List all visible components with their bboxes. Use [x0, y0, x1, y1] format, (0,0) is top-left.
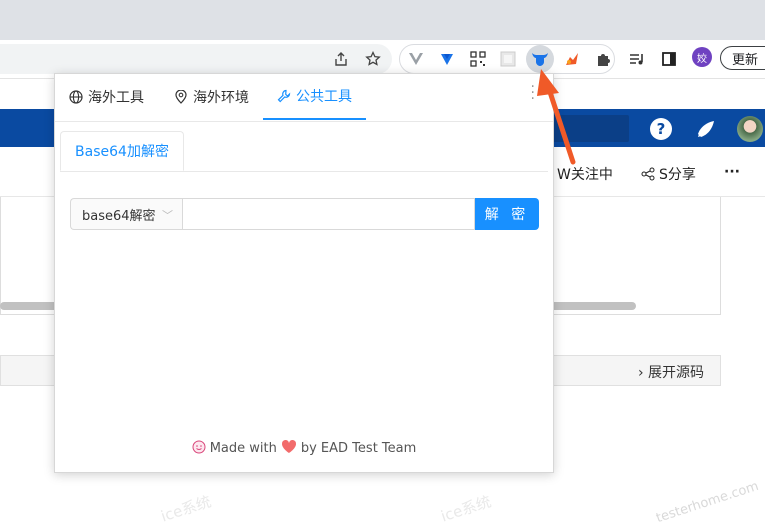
follow-button[interactable]: W关注中: [557, 164, 613, 184]
reading-list-icon[interactable]: [626, 48, 648, 70]
help-icon[interactable]: ?: [650, 118, 672, 140]
vue-devtools-extension-icon[interactable]: [405, 48, 427, 70]
share-nodes-icon: [641, 167, 655, 181]
tab-public-tools[interactable]: 公共工具: [263, 74, 366, 120]
decode-button[interactable]: 解 密: [475, 198, 539, 230]
tab-overseas-tools[interactable]: 海外工具: [69, 74, 144, 120]
qr-code-extension-icon[interactable]: [467, 48, 489, 70]
follow-label: W关注中: [557, 167, 613, 183]
browser-tab-strip: [0, 0, 765, 40]
expand-source-label: 展开源码: [648, 365, 704, 381]
tab-overseas-env[interactable]: 海外环境: [174, 74, 249, 120]
extension-popup: 海外工具 海外环境 公共工具 · · · Base64加解密 base64解密 ﹀ …: [54, 73, 554, 473]
more-menu-button[interactable]: ···: [724, 164, 740, 180]
popup-more-icon[interactable]: · · ·: [531, 80, 535, 106]
profile-avatar[interactable]: 姣: [692, 47, 712, 67]
heart-icon: [281, 439, 297, 458]
location-icon: [175, 90, 187, 104]
tab-label: 海外环境: [193, 90, 249, 106]
side-panel-icon[interactable]: [658, 48, 680, 70]
popup-footer: Made with by EAD Test Team: [55, 439, 553, 458]
share-icon[interactable]: [330, 48, 352, 70]
tab-label: 公共工具: [296, 89, 352, 105]
base64-input-group: base64解密 ﹀ 解 密: [70, 198, 539, 230]
popup-tab-bar: 海外工具 海外环境 公共工具 · · ·: [55, 74, 553, 122]
grid-extension-icon[interactable]: [497, 48, 519, 70]
tab-label: 海外工具: [88, 90, 144, 106]
bull-tool-extension-icon[interactable]: [529, 48, 551, 70]
chevron-right-icon: ›: [637, 365, 644, 381]
share-label: S分享: [659, 167, 696, 183]
watermark: ice系统: [158, 492, 214, 526]
wrench-icon: [277, 89, 291, 103]
sub-tab-bar: Base64加解密: [60, 131, 548, 172]
chevron-down-icon: ﹀: [162, 209, 173, 222]
footer-prefix: Made with: [209, 441, 277, 456]
base64-text-input[interactable]: [182, 198, 475, 230]
tab-base64[interactable]: Base64加解密: [60, 131, 184, 171]
footer-suffix: by EAD Test Team: [300, 441, 417, 456]
update-button[interactable]: 更新: [720, 46, 765, 70]
user-avatar[interactable]: [737, 116, 763, 142]
mode-select-value: base64解密: [82, 208, 156, 224]
site-search-box[interactable]: [553, 115, 629, 142]
smiley-icon: [192, 440, 206, 458]
bookmark-star-icon[interactable]: [362, 48, 384, 70]
globe-icon: [69, 90, 83, 104]
puzzle-extensions-icon[interactable]: [593, 48, 615, 70]
watermark: ice系统: [438, 492, 494, 526]
expand-source-button[interactable]: › 展开源码: [638, 362, 704, 382]
postman-extension-icon[interactable]: [561, 48, 583, 70]
share-button[interactable]: S分享: [641, 164, 696, 184]
mode-select[interactable]: base64解密 ﹀: [70, 198, 182, 230]
heart-extension-icon[interactable]: [436, 48, 458, 70]
rocket-icon[interactable]: [695, 118, 717, 140]
